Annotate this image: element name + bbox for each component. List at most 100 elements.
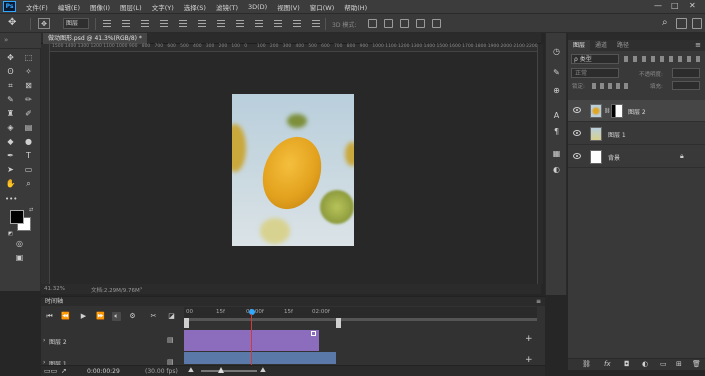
playhead-handle[interactable] <box>249 309 255 315</box>
menu-select[interactable]: 选择(S) <box>184 2 206 12</box>
split-scissors-icon[interactable]: ✂ <box>149 312 158 321</box>
document-tab[interactable]: 做动图形.psd @ 41.3%(RGB/8) * <box>43 33 147 44</box>
track-options-icon[interactable]: ▤ <box>167 336 174 344</box>
distribute-bottom-icon[interactable] <box>255 20 263 27</box>
delete-layer-icon[interactable]: 🗑︎ <box>692 360 701 368</box>
align-left-icon[interactable] <box>103 20 111 27</box>
move-tool-icon[interactable]: ✥ <box>8 17 16 28</box>
auto-select-checkbox-icon[interactable]: ✥ <box>38 18 50 29</box>
tab-channels[interactable]: 通道 <box>590 40 612 51</box>
distribute-left-icon[interactable] <box>274 20 282 27</box>
fx-icon[interactable]: fx <box>604 360 611 368</box>
expand-chevron-icon[interactable]: › <box>43 337 45 344</box>
panel-menu-icon[interactable]: ≡ <box>536 297 541 306</box>
tab-layers[interactable]: 图层 <box>568 40 591 51</box>
fill-field[interactable] <box>672 81 700 90</box>
first-frame-icon[interactable]: ⏮ <box>45 312 54 321</box>
visibility-eye-icon[interactable] <box>573 107 581 113</box>
frame-tool-icon[interactable]: ⊠ <box>23 80 34 91</box>
zoom-out-icon[interactable]: ⛰︎ <box>188 366 194 375</box>
align-middle-icon[interactable] <box>179 20 187 27</box>
menu-help[interactable]: 帮助(H) <box>344 2 367 12</box>
maximize-icon[interactable]: □ <box>671 1 679 10</box>
lasso-tool-icon[interactable]: ʘ <box>5 66 16 77</box>
menu-file[interactable]: 文件(F) <box>26 2 48 12</box>
3d-pan-icon[interactable] <box>400 19 409 28</box>
blend-mode-dropdown[interactable]: 正常 <box>571 68 619 78</box>
menu-image[interactable]: 图像(I) <box>90 2 110 12</box>
tab-paths[interactable]: 路径 <box>612 40 634 51</box>
hand-tool-icon[interactable]: ✋ <box>5 178 16 189</box>
screen-mode-icon[interactable]: ▣ <box>14 252 25 263</box>
status-arrow-icon[interactable]: › <box>140 285 142 292</box>
new-group-icon[interactable]: ▭ <box>660 360 667 368</box>
visibility-eye-icon[interactable] <box>573 153 581 159</box>
search-icon[interactable]: ⌕ <box>662 17 668 28</box>
3d-rotate-icon[interactable] <box>368 19 377 28</box>
history-icon[interactable]: ◷ <box>551 47 562 57</box>
distribute-right-icon[interactable] <box>312 20 320 27</box>
lock-icon[interactable]: 🔒︎ <box>680 152 684 161</box>
add-media-icon[interactable]: + <box>525 355 533 365</box>
zoom-tool-icon[interactable]: ⌕ <box>23 178 34 189</box>
distribute-top-icon[interactable] <box>217 20 225 27</box>
eyedropper-icon[interactable]: ✎ <box>5 94 16 105</box>
share-icon[interactable] <box>692 18 702 29</box>
quick-mask-icon[interactable]: ◎ <box>14 238 25 249</box>
adjustments-icon[interactable]: ◐ <box>551 165 562 175</box>
play-icon[interactable]: ▶ <box>79 312 88 321</box>
work-area-bar[interactable] <box>184 318 537 321</box>
3d-scale-icon[interactable] <box>432 19 441 28</box>
opacity-field[interactable] <box>672 68 700 78</box>
eraser-tool-icon[interactable]: ◈ <box>5 122 16 133</box>
layer-row[interactable]: 背景 🔒︎ <box>568 146 705 168</box>
zoom-slider-thumb[interactable] <box>218 367 224 373</box>
zoom-slider-track[interactable] <box>201 370 257 372</box>
close-icon[interactable]: ✕ <box>689 1 696 10</box>
next-frame-icon[interactable]: ⏩ <box>96 312 105 321</box>
playhead-line[interactable] <box>251 314 252 366</box>
3d-roll-icon[interactable] <box>384 19 393 28</box>
distribute-center-icon[interactable] <box>293 20 301 27</box>
layer-name[interactable]: 背景 <box>608 153 620 162</box>
history-brush-icon[interactable]: ✐ <box>23 108 34 119</box>
settings-gear-icon[interactable]: ⚙ <box>128 312 137 321</box>
menu-edit[interactable]: 编辑(E) <box>58 2 80 12</box>
add-mask-icon[interactable]: ◘ <box>624 360 630 368</box>
layer-filter-dropdown[interactable]: ρ 类型 <box>571 54 619 64</box>
link-layers-icon[interactable]: ⛓ <box>582 360 591 368</box>
distribute-middle-icon[interactable] <box>236 20 244 27</box>
zoom-in-icon[interactable]: ⛰︎ <box>260 366 266 375</box>
align-bottom-icon[interactable] <box>198 20 206 27</box>
workspace-icon[interactable] <box>676 18 687 29</box>
zoom-level[interactable]: 41.32% <box>44 286 65 292</box>
align-top-icon[interactable] <box>160 20 168 27</box>
track-label[interactable]: 图层 2 <box>49 337 67 346</box>
clone-source-icon[interactable]: ⊕ <box>551 86 562 96</box>
lock-icons[interactable] <box>592 83 630 89</box>
add-media-icon[interactable]: + <box>525 334 533 344</box>
rectangle-tool-icon[interactable]: ▭ <box>23 164 34 175</box>
layer-name[interactable]: 图层 1 <box>608 130 626 139</box>
layer-row[interactable]: ⛓ 图层 2 <box>568 100 705 122</box>
crop-tool-icon[interactable]: ⌗ <box>5 80 16 91</box>
video-clip-layer-1[interactable] <box>184 352 336 364</box>
document-image[interactable] <box>232 94 354 246</box>
3d-slide-icon[interactable] <box>416 19 425 28</box>
default-colors-icon[interactable]: ◩ <box>8 231 13 237</box>
menu-3d[interactable]: 3D(D) <box>248 3 267 11</box>
previous-frame-icon[interactable]: ⏪ <box>61 312 70 321</box>
path-select-icon[interactable]: ➤ <box>5 164 16 175</box>
stamp-tool-icon[interactable]: ♜ <box>5 108 16 119</box>
libraries-icon[interactable]: ▦ <box>551 149 562 159</box>
brush-tool-icon[interactable]: ✏ <box>23 94 34 105</box>
brush-panel-icon[interactable]: ✎ <box>551 68 562 78</box>
minimize-icon[interactable]: — <box>654 1 662 10</box>
collapse-icon[interactable]: » <box>4 36 8 44</box>
transition-icon[interactable]: ◪ <box>167 312 176 321</box>
menu-window[interactable]: 窗口(W) <box>310 2 335 12</box>
blur-tool-icon[interactable]: ◆ <box>5 136 16 147</box>
more-tools-icon[interactable]: ••• <box>5 194 17 205</box>
move-tool-icon[interactable]: ✥ <box>5 52 16 63</box>
layer-name[interactable]: 图层 2 <box>628 107 646 116</box>
